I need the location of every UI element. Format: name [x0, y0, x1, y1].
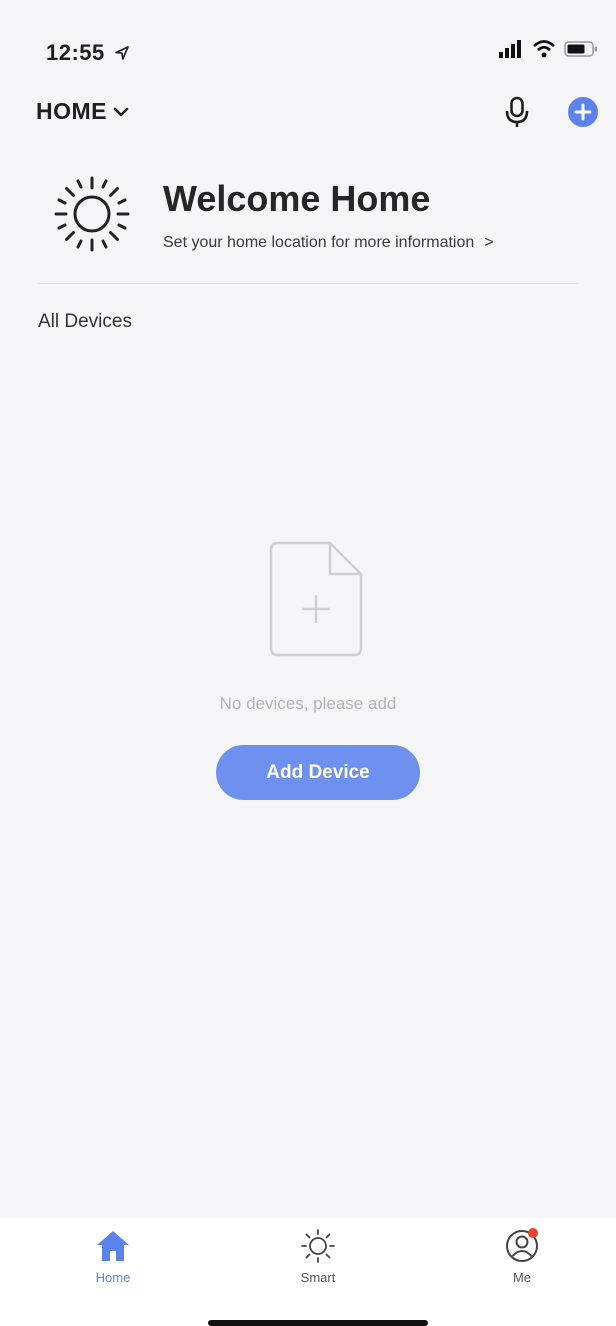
- location-arrow-icon: [115, 46, 129, 60]
- microphone-icon[interactable]: [504, 96, 530, 128]
- user-icon: [502, 1226, 542, 1266]
- welcome-banner[interactable]: Welcome Home Set your home location for …: [0, 168, 616, 268]
- status-icons: [498, 40, 598, 58]
- welcome-subtitle[interactable]: Set your home location for more informat…: [163, 234, 494, 252]
- location-prompt: Set your home location for more informat…: [163, 234, 475, 251]
- notification-badge: [528, 1228, 538, 1238]
- welcome-title: Welcome Home: [163, 178, 431, 219]
- home-icon: [93, 1226, 133, 1266]
- wifi-icon: [533, 40, 555, 58]
- tab-home-label: Home: [95, 1270, 131, 1285]
- signal-icon: [499, 40, 521, 58]
- empty-document-icon: [269, 541, 363, 657]
- chevron-right-icon: >: [484, 234, 494, 251]
- add-circle-icon[interactable]: [567, 96, 599, 128]
- add-device-button[interactable]: Add Device: [216, 745, 420, 800]
- divider: [38, 283, 578, 284]
- status-bar: 12:55: [0, 0, 616, 84]
- tab-smart-label: Smart: [300, 1270, 336, 1285]
- battery-icon: [564, 41, 597, 57]
- tab-me[interactable]: Me: [462, 1226, 582, 1285]
- sun-icon: [298, 1226, 338, 1266]
- home-indicator: [208, 1320, 428, 1326]
- home-label: HOME: [36, 98, 107, 124]
- status-time: 12:55: [46, 40, 105, 65]
- tab-me-label: Me: [512, 1270, 532, 1285]
- empty-state-text: No devices, please add: [219, 694, 397, 713]
- chevron-down-icon: [113, 107, 129, 116]
- home-selector[interactable]: HOME: [36, 98, 129, 125]
- tab-home[interactable]: Home: [53, 1226, 173, 1285]
- header: HOME: [0, 88, 616, 138]
- tab-smart[interactable]: Smart: [258, 1226, 378, 1285]
- app-screen: 12:55 HOME Welcome Home Set your home lo…: [0, 0, 616, 1326]
- tab-bar: Home Smart Me: [0, 1218, 616, 1326]
- sun-icon: [54, 176, 130, 252]
- all-devices-label: All Devices: [38, 311, 132, 332]
